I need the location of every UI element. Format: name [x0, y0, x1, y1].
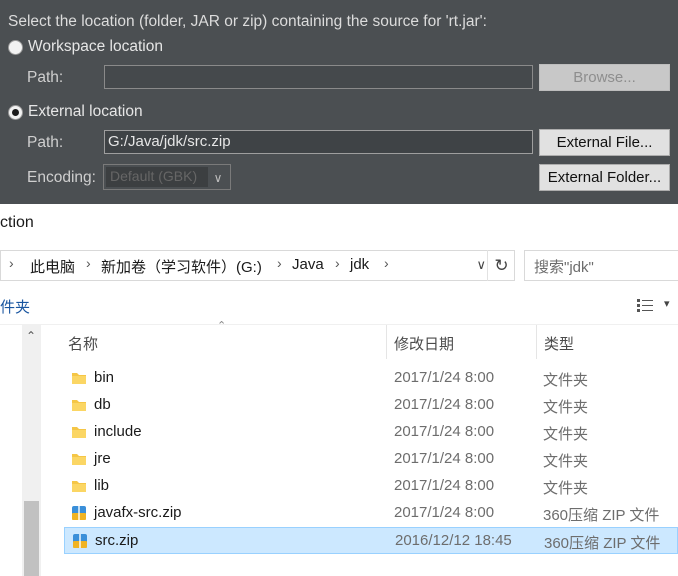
file-row[interactable]: lib 2017/1/24 8:00 文件夹	[64, 473, 678, 500]
file-name: lib	[94, 477, 110, 494]
search-input[interactable]: 搜索"jdk"	[524, 250, 678, 281]
workspace-location-label: Workspace location	[28, 38, 163, 55]
navigation-scrollbar[interactable]: ⌃	[22, 325, 41, 576]
chevron-right-icon: ›	[384, 255, 389, 271]
breadcrumb-drive-g[interactable]: 新加卷（学习软件）(G:)	[101, 256, 262, 277]
file-date: 2017/1/24 8:00	[394, 504, 495, 521]
chevron-down-icon: ∨	[213, 171, 223, 185]
file-row[interactable]: db 2017/1/24 8:00 文件夹	[64, 392, 678, 419]
chevron-right-icon: ›	[277, 255, 282, 271]
column-header-date[interactable]: 修改日期	[386, 325, 536, 359]
breadcrumb-java[interactable]: Java	[292, 256, 324, 273]
file-name: db	[94, 396, 111, 413]
file-row[interactable]: src.zip 2016/12/12 18:45 360压缩 ZIP 文件	[64, 527, 678, 554]
workspace-path-field[interactable]	[104, 65, 533, 89]
external-path-label: Path:	[27, 134, 64, 151]
file-type: 360压缩 ZIP 文件	[544, 535, 661, 552]
column-header-type[interactable]: 类型	[536, 325, 678, 359]
file-date: 2017/1/24 8:00	[394, 450, 495, 467]
folder-icon	[70, 369, 88, 387]
command-bar: 件夹 ▾	[0, 288, 678, 322]
external-folder-button[interactable]: External Folder...	[539, 164, 670, 191]
file-type: 文件夹	[543, 480, 589, 497]
file-row[interactable]: bin 2017/1/24 8:00 文件夹	[64, 365, 678, 392]
encoding-label: Encoding:	[27, 169, 96, 186]
file-type: 文件夹	[543, 372, 589, 389]
file-name: jre	[94, 450, 111, 467]
external-file-button[interactable]: External File...	[539, 129, 670, 156]
file-row[interactable]: javafx-src.zip 2017/1/24 8:00 360压缩 ZIP 文件	[64, 500, 678, 527]
file-date: 2016/12/12 18:45	[395, 532, 512, 549]
column-header-name[interactable]: 名称	[60, 325, 386, 359]
new-folder-button[interactable]: 件夹	[0, 296, 30, 317]
chevron-right-icon: ›	[9, 255, 14, 271]
chevron-right-icon: ›	[86, 255, 91, 271]
encoding-select[interactable]: Default (GBK) ∨	[103, 164, 231, 190]
workspace-location-radio[interactable]	[8, 39, 23, 55]
address-bar[interactable]: › 此电脑 › 新加卷（学习软件）(G:) › Java › jdk › ∨	[0, 250, 515, 281]
file-type: 文件夹	[543, 453, 589, 470]
external-location-option[interactable]: External location	[8, 103, 143, 121]
scroll-up-icon[interactable]: ⌃	[26, 329, 36, 343]
zip-archive-icon	[71, 532, 89, 550]
scrollbar-thumb[interactable]	[24, 501, 39, 576]
source-attachment-dialog: Select the location (folder, JAR or zip)…	[0, 0, 678, 204]
workspace-location-option[interactable]: Workspace location	[8, 38, 163, 56]
folder-icon	[70, 423, 88, 441]
view-options-dropdown-icon[interactable]: ▾	[664, 297, 670, 310]
folder-icon	[70, 477, 88, 495]
refresh-icon[interactable]: ↻	[487, 250, 515, 281]
file-type: 文件夹	[543, 399, 589, 416]
dialog-title: ction	[0, 214, 34, 231]
chevron-right-icon: ›	[335, 255, 340, 271]
file-date: 2017/1/24 8:00	[394, 396, 495, 413]
file-date: 2017/1/24 8:00	[394, 477, 495, 494]
breadcrumb-this-pc[interactable]: 此电脑	[30, 256, 75, 277]
workspace-path-label: Path:	[27, 69, 64, 86]
zip-archive-icon	[70, 504, 88, 522]
folder-icon	[70, 450, 88, 468]
file-name: javafx-src.zip	[94, 504, 182, 521]
file-type: 文件夹	[543, 426, 589, 443]
address-dropdown-icon[interactable]: ∨	[476, 257, 486, 273]
file-date: 2017/1/24 8:00	[394, 423, 495, 440]
external-path-field[interactable]: G:/Java/jdk/src.zip	[104, 130, 533, 154]
external-location-label: External location	[28, 103, 143, 120]
folder-icon	[70, 396, 88, 414]
file-row[interactable]: include 2017/1/24 8:00 文件夹	[64, 419, 678, 446]
file-name: bin	[94, 369, 115, 386]
file-chooser-dialog: ction › 此电脑 › 新加卷（学习软件）(G:) › Java › jdk…	[0, 204, 678, 576]
file-type: 360压缩 ZIP 文件	[543, 507, 660, 524]
file-date: 2017/1/24 8:00	[394, 369, 495, 386]
source-location-prompt: Select the location (folder, JAR or zip)…	[8, 13, 487, 30]
file-name: src.zip	[95, 532, 139, 549]
file-name: include	[94, 423, 142, 440]
external-location-radio[interactable]	[8, 104, 23, 120]
browse-button[interactable]: Browse...	[539, 64, 670, 91]
file-row[interactable]: jre 2017/1/24 8:00 文件夹	[64, 446, 678, 473]
details-view-icon[interactable]	[637, 299, 653, 312]
encoding-select-value: Default (GBK)	[106, 167, 208, 187]
breadcrumb-jdk[interactable]: jdk	[350, 256, 369, 273]
